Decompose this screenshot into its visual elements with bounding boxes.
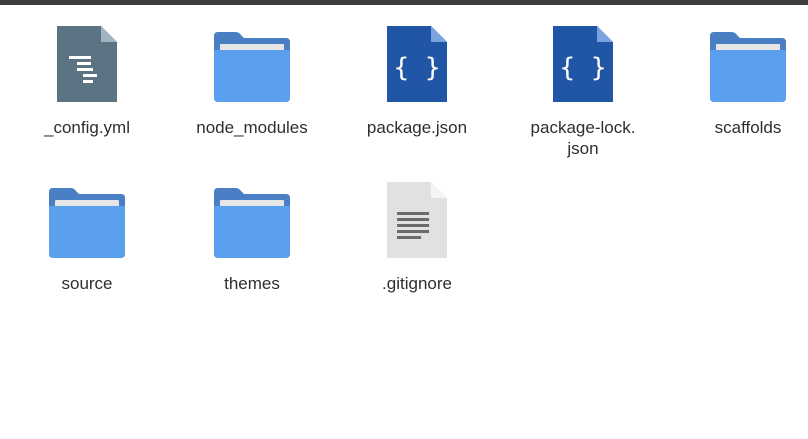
file-item-config-yml[interactable]: _config.yml	[12, 22, 162, 172]
file-label: scaffolds	[714, 118, 782, 137]
file-item-themes[interactable]: themes	[177, 178, 327, 328]
file-label: node_modules	[196, 118, 308, 137]
yaml-config-file-icon	[49, 26, 125, 102]
file-label: package-lock. json	[530, 118, 636, 158]
text-file-icon	[379, 182, 455, 258]
file-item-scaffolds[interactable]: scaffolds	[673, 22, 808, 172]
folder-icon	[214, 182, 290, 258]
file-item-gitignore[interactable]: .gitignore	[342, 178, 492, 328]
json-file-icon: { }	[545, 26, 621, 102]
file-label: source	[61, 274, 113, 293]
file-label: package.json	[366, 118, 468, 137]
json-file-icon: { }	[379, 26, 455, 102]
file-label: _config.yml	[44, 118, 130, 137]
svg-text:{ }: { }	[560, 53, 607, 83]
folder-icon	[49, 182, 125, 258]
folder-icon	[214, 26, 290, 102]
file-item-package-lock-json[interactable]: { } package-lock. json	[508, 22, 658, 172]
file-item-package-json[interactable]: { } package.json	[342, 22, 492, 172]
svg-text:{ }: { }	[394, 53, 441, 83]
file-item-source[interactable]: source	[12, 178, 162, 328]
file-icon-grid: _config.yml node_modules { } package.jso…	[0, 0, 808, 439]
file-label: .gitignore	[382, 274, 452, 293]
file-item-node-modules[interactable]: node_modules	[177, 22, 327, 172]
folder-icon	[710, 26, 786, 102]
file-label: themes	[224, 274, 280, 293]
